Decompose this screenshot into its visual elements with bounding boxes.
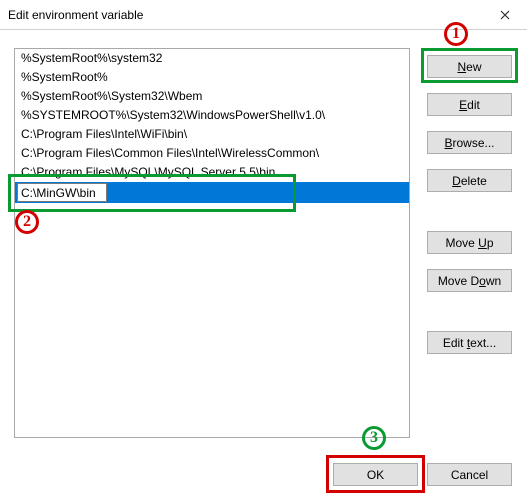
list-item[interactable]: C:\Program Files\Common Files\Intel\Wire… [15,144,409,163]
close-icon [500,10,510,20]
path-listbox[interactable]: %SystemRoot%\system32 %SystemRoot% %Syst… [14,48,410,438]
list-item[interactable]: %SystemRoot%\System32\Wbem [15,87,409,106]
list-item[interactable]: C:\Program Files\Intel\WiFi\bin\ [15,125,409,144]
ok-button[interactable]: OK [333,463,418,486]
close-button[interactable] [482,0,527,30]
cancel-button[interactable]: Cancel [427,463,512,486]
move-down-button[interactable]: Move Down [427,269,512,292]
window-title: Edit environment variable [8,8,482,22]
move-up-button[interactable]: Move Up [427,231,512,254]
list-item[interactable]: %SystemRoot% [15,68,409,87]
list-item[interactable]: %SystemRoot%\system32 [15,49,409,68]
edit-button[interactable]: Edit [427,93,512,116]
edit-text-button[interactable]: Edit text... [427,331,512,354]
browse-button[interactable]: Browse... [427,131,512,154]
list-item-editing[interactable] [15,182,409,203]
delete-button[interactable]: Delete [427,169,512,192]
list-item[interactable]: C:\Program Files\MySQL\MySQL Server 5.5\… [15,163,409,182]
list-item[interactable]: %SYSTEMROOT%\System32\WindowsPowerShell\… [15,106,409,125]
new-button[interactable]: New [427,55,512,78]
path-edit-input[interactable] [17,183,107,202]
title-bar: Edit environment variable [0,0,527,30]
